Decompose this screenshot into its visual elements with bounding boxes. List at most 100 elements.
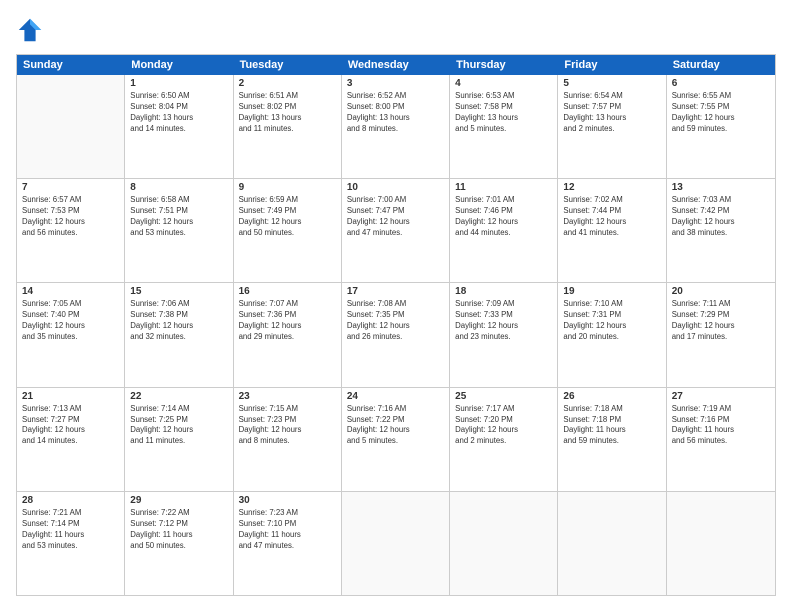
day-number: 19 <box>563 286 660 297</box>
day-info: Sunrise: 7:05 AM Sunset: 7:40 PM Dayligh… <box>22 299 119 343</box>
day-info: Sunrise: 7:21 AM Sunset: 7:14 PM Dayligh… <box>22 508 119 552</box>
calendar-empty-cell <box>342 492 450 595</box>
day-number: 17 <box>347 286 444 297</box>
calendar-empty-cell <box>558 492 666 595</box>
day-info: Sunrise: 6:57 AM Sunset: 7:53 PM Dayligh… <box>22 195 119 239</box>
calendar-day-16: 16 Sunrise: 7:07 AM Sunset: 7:36 PM Dayli… <box>234 283 342 386</box>
page: SundayMondayTuesdayWednesdayThursdayFrid… <box>0 0 792 612</box>
day-number: 26 <box>563 391 660 402</box>
day-number: 30 <box>239 495 336 506</box>
calendar-day-4: 4 Sunrise: 6:53 AM Sunset: 7:58 PM Daylig… <box>450 75 558 178</box>
day-number: 2 <box>239 78 336 89</box>
day-info: Sunrise: 6:55 AM Sunset: 7:55 PM Dayligh… <box>672 91 770 135</box>
day-info: Sunrise: 7:15 AM Sunset: 7:23 PM Dayligh… <box>239 404 336 448</box>
weekday-header: Sunday <box>17 55 125 75</box>
day-number: 3 <box>347 78 444 89</box>
weekday-header: Saturday <box>667 55 775 75</box>
calendar-day-28: 28Sunrise: 7:21 AM Sunset: 7:14 PM Dayli… <box>17 492 125 595</box>
day-number: 18 <box>455 286 552 297</box>
logo <box>16 16 46 44</box>
calendar-day-30: 30 Sunrise: 7:23 AM Sunset: 7:10 PM Dayli… <box>234 492 342 595</box>
day-info: Sunrise: 7:14 AM Sunset: 7:25 PM Dayligh… <box>130 404 227 448</box>
day-number: 21 <box>22 391 119 402</box>
day-number: 12 <box>563 182 660 193</box>
day-info: Sunrise: 7:19 AM Sunset: 7:16 PM Dayligh… <box>672 404 770 448</box>
weekday-header: Monday <box>125 55 233 75</box>
day-info: Sunrise: 6:50 AM Sunset: 8:04 PM Dayligh… <box>130 91 227 135</box>
calendar-day-9: 9 Sunrise: 6:59 AM Sunset: 7:49 PM Daylig… <box>234 179 342 282</box>
day-number: 11 <box>455 182 552 193</box>
day-info: Sunrise: 7:01 AM Sunset: 7:46 PM Dayligh… <box>455 195 552 239</box>
day-info: Sunrise: 6:54 AM Sunset: 7:57 PM Dayligh… <box>563 91 660 135</box>
calendar-row: 7 Sunrise: 6:57 AM Sunset: 7:53 PM Daylig… <box>17 179 775 283</box>
day-number: 6 <box>672 78 770 89</box>
calendar-day-11: 11 Sunrise: 7:01 AM Sunset: 7:46 PM Dayli… <box>450 179 558 282</box>
calendar-day-26: 26 Sunrise: 7:18 AM Sunset: 7:18 PM Dayli… <box>558 388 666 491</box>
day-info: Sunrise: 7:03 AM Sunset: 7:42 PM Dayligh… <box>672 195 770 239</box>
calendar-row: 1 Sunrise: 6:50 AM Sunset: 8:04 PM Daylig… <box>17 75 775 179</box>
day-number: 27 <box>672 391 770 402</box>
calendar-day-27: 27 Sunrise: 7:19 AM Sunset: 7:16 PM Dayli… <box>667 388 775 491</box>
day-info: Sunrise: 6:53 AM Sunset: 7:58 PM Dayligh… <box>455 91 552 135</box>
calendar-day-5: 5Sunrise: 6:54 AM Sunset: 7:57 PM Daylig… <box>558 75 666 178</box>
day-number: 13 <box>672 182 770 193</box>
day-number: 22 <box>130 391 227 402</box>
calendar-day-21: 21 Sunrise: 7:13 AM Sunset: 7:27 PM Dayli… <box>17 388 125 491</box>
weekday-header: Friday <box>558 55 666 75</box>
calendar-day-3: 3 Sunrise: 6:52 AM Sunset: 8:00 PM Daylig… <box>342 75 450 178</box>
day-number: 1 <box>130 78 227 89</box>
calendar-day-17: 17Sunrise: 7:08 AM Sunset: 7:35 PM Dayli… <box>342 283 450 386</box>
calendar-day-14: 14 Sunrise: 7:05 AM Sunset: 7:40 PM Dayli… <box>17 283 125 386</box>
calendar-empty-cell <box>450 492 558 595</box>
calendar-day-24: 24Sunrise: 7:16 AM Sunset: 7:22 PM Dayli… <box>342 388 450 491</box>
day-info: Sunrise: 7:10 AM Sunset: 7:31 PM Dayligh… <box>563 299 660 343</box>
calendar-day-8: 8 Sunrise: 6:58 AM Sunset: 7:51 PM Daylig… <box>125 179 233 282</box>
calendar-day-12: 12 Sunrise: 7:02 AM Sunset: 7:44 PM Dayli… <box>558 179 666 282</box>
day-info: Sunrise: 6:58 AM Sunset: 7:51 PM Dayligh… <box>130 195 227 239</box>
day-info: Sunrise: 6:51 AM Sunset: 8:02 PM Dayligh… <box>239 91 336 135</box>
calendar-day-23: 23Sunrise: 7:15 AM Sunset: 7:23 PM Dayli… <box>234 388 342 491</box>
calendar-empty-cell <box>667 492 775 595</box>
day-number: 29 <box>130 495 227 506</box>
calendar-day-15: 15Sunrise: 7:06 AM Sunset: 7:38 PM Dayli… <box>125 283 233 386</box>
calendar-body: 1 Sunrise: 6:50 AM Sunset: 8:04 PM Daylig… <box>17 75 775 595</box>
day-number: 9 <box>239 182 336 193</box>
calendar-day-29: 29Sunrise: 7:22 AM Sunset: 7:12 PM Dayli… <box>125 492 233 595</box>
day-info: Sunrise: 7:02 AM Sunset: 7:44 PM Dayligh… <box>563 195 660 239</box>
calendar-day-7: 7 Sunrise: 6:57 AM Sunset: 7:53 PM Daylig… <box>17 179 125 282</box>
calendar-day-2: 2 Sunrise: 6:51 AM Sunset: 8:02 PM Daylig… <box>234 75 342 178</box>
calendar-empty-cell <box>17 75 125 178</box>
day-info: Sunrise: 7:09 AM Sunset: 7:33 PM Dayligh… <box>455 299 552 343</box>
day-number: 20 <box>672 286 770 297</box>
calendar-header: SundayMondayTuesdayWednesdayThursdayFrid… <box>17 55 775 75</box>
day-info: Sunrise: 7:17 AM Sunset: 7:20 PM Dayligh… <box>455 404 552 448</box>
day-info: Sunrise: 7:00 AM Sunset: 7:47 PM Dayligh… <box>347 195 444 239</box>
weekday-header: Tuesday <box>234 55 342 75</box>
weekday-header: Wednesday <box>342 55 450 75</box>
header <box>16 16 776 44</box>
calendar-day-10: 10 Sunrise: 7:00 AM Sunset: 7:47 PM Dayli… <box>342 179 450 282</box>
day-info: Sunrise: 7:07 AM Sunset: 7:36 PM Dayligh… <box>239 299 336 343</box>
day-info: Sunrise: 7:06 AM Sunset: 7:38 PM Dayligh… <box>130 299 227 343</box>
day-number: 16 <box>239 286 336 297</box>
day-number: 4 <box>455 78 552 89</box>
weekday-header: Thursday <box>450 55 558 75</box>
day-number: 14 <box>22 286 119 297</box>
day-info: Sunrise: 6:52 AM Sunset: 8:00 PM Dayligh… <box>347 91 444 135</box>
day-info: Sunrise: 7:23 AM Sunset: 7:10 PM Dayligh… <box>239 508 336 552</box>
calendar-day-22: 22 Sunrise: 7:14 AM Sunset: 7:25 PM Dayli… <box>125 388 233 491</box>
day-number: 8 <box>130 182 227 193</box>
day-number: 10 <box>347 182 444 193</box>
calendar-day-20: 20 Sunrise: 7:11 AM Sunset: 7:29 PM Dayli… <box>667 283 775 386</box>
calendar-day-13: 13 Sunrise: 7:03 AM Sunset: 7:42 PM Dayli… <box>667 179 775 282</box>
day-info: Sunrise: 7:11 AM Sunset: 7:29 PM Dayligh… <box>672 299 770 343</box>
day-number: 25 <box>455 391 552 402</box>
calendar-day-25: 25 Sunrise: 7:17 AM Sunset: 7:20 PM Dayli… <box>450 388 558 491</box>
day-info: Sunrise: 7:18 AM Sunset: 7:18 PM Dayligh… <box>563 404 660 448</box>
calendar-day-1: 1 Sunrise: 6:50 AM Sunset: 8:04 PM Daylig… <box>125 75 233 178</box>
day-info: Sunrise: 6:59 AM Sunset: 7:49 PM Dayligh… <box>239 195 336 239</box>
calendar-day-19: 19 Sunrise: 7:10 AM Sunset: 7:31 PM Dayli… <box>558 283 666 386</box>
day-number: 24 <box>347 391 444 402</box>
day-info: Sunrise: 7:13 AM Sunset: 7:27 PM Dayligh… <box>22 404 119 448</box>
day-number: 7 <box>22 182 119 193</box>
